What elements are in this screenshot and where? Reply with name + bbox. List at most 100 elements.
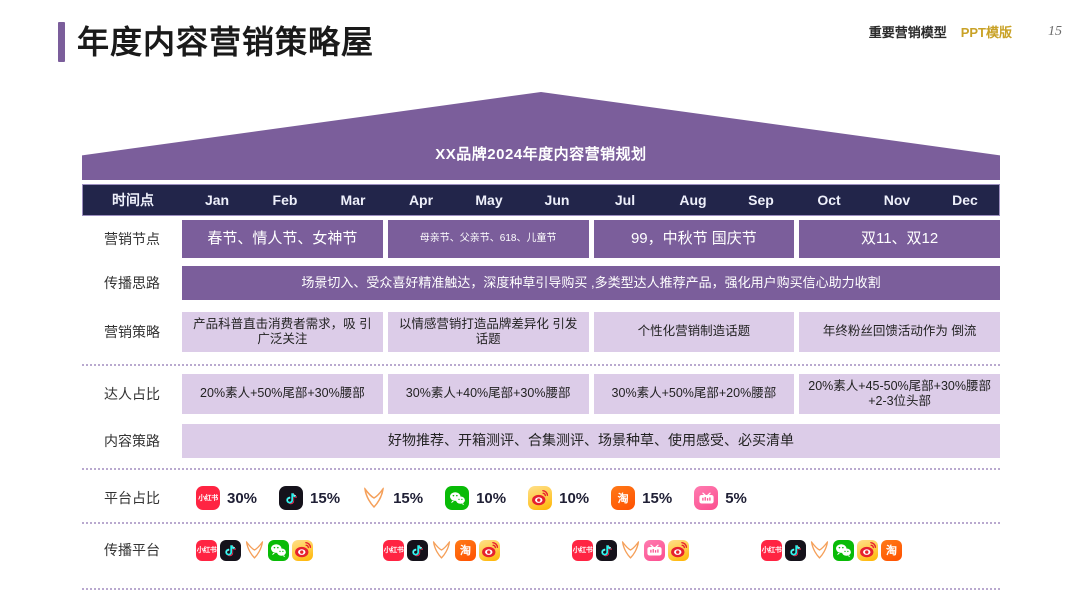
- zhihu-icon: [620, 539, 641, 561]
- divider-line-4: [82, 588, 1000, 590]
- brand-label: 重要营销模型: [868, 25, 947, 40]
- douyin-icon: [220, 539, 241, 561]
- taobao-icon: 淘: [455, 539, 476, 561]
- page-title-block: 年度内容营销策略屋: [58, 22, 374, 62]
- cell-marketing-nodes-q3: 99，中秋节 国庆节: [593, 220, 795, 258]
- bilibili-icon: [694, 486, 719, 510]
- platform-logo-group-q2: 小红书 淘: [383, 539, 500, 561]
- row-label-content-strategy: 内容策路: [104, 433, 160, 449]
- xiaohongshu-icon-text: 小红书: [761, 547, 782, 554]
- cell-marketing-nodes-q1: 春节、情人节、女神节: [182, 220, 383, 258]
- divider-line-2: [82, 468, 1000, 470]
- platform-logo-group-q3: 小红书: [572, 539, 689, 561]
- xiaohongshu-icon: 小红书: [196, 539, 217, 561]
- xiaohongshu-icon: 小红书: [761, 539, 782, 561]
- share-item-taobao: 淘 15%: [611, 486, 672, 510]
- taobao-icon-text: 淘: [886, 545, 897, 557]
- zhihu-icon: [244, 539, 265, 561]
- zhihu-icon: [809, 539, 830, 561]
- share-percent-bilibili: 5%: [725, 489, 747, 507]
- xiaohongshu-icon: 小红书: [196, 486, 220, 510]
- douyin-icon: [785, 539, 806, 561]
- cell-content-strategy-full: 好物推荐、开箱测评、合集测评、场景种草、使用感受、必买清单: [182, 424, 1000, 458]
- share-percent-weibo: 10%: [559, 489, 590, 507]
- xiaohongshu-icon-text: 小红书: [196, 547, 217, 554]
- cell-influencer-ratio-q4: 20%素人+45-50%尾部+30%腰部+2-3位头部: [799, 374, 1000, 414]
- wechat-icon: [833, 539, 854, 561]
- roof-title: XX品牌2024年度内容营销规划: [435, 146, 647, 163]
- share-item-weibo: 10%: [528, 486, 589, 510]
- roof-shape: [82, 92, 1000, 180]
- share-item-bilibili: 5%: [694, 486, 747, 510]
- share-item-douyin: 15%: [279, 486, 340, 510]
- wechat-icon: [445, 486, 470, 510]
- month-jun: Jun: [544, 192, 570, 208]
- month-jan: Jan: [204, 192, 230, 208]
- share-percent-taobao: 15%: [642, 489, 673, 507]
- share-percent-douyin: 15%: [310, 489, 341, 507]
- month-aug: Aug: [679, 192, 707, 208]
- ppt-template-label: PPT模版: [960, 25, 1012, 40]
- wechat-icon: [268, 539, 289, 561]
- row-label-influencer-ratio: 达人占比: [104, 386, 160, 402]
- row-cells-marketing-strategy: 产品科普直击消费者需求，吸 引广泛关注 以情感营销打造品牌差异化 引发话题 个性…: [182, 312, 1000, 352]
- divider-line-3: [82, 522, 1000, 524]
- douyin-icon: [407, 539, 428, 561]
- share-percent-zhihu: 15%: [393, 489, 424, 507]
- douyin-icon: [596, 539, 617, 561]
- row-communication-approach: 传播思路 场景切入、受众喜好精准触达，深度种草引导购买 ,多类型达人推荐产品，强…: [82, 266, 1000, 300]
- weibo-icon: [292, 539, 313, 561]
- cell-marketing-strategy-q3: 个性化营销制造话题: [593, 312, 795, 352]
- row-cells-content-strategy: 好物推荐、开箱测评、合集测评、场景种草、使用感受、必买清单: [182, 424, 1000, 458]
- cell-communication-approach-full: 场景切入、受众喜好精准触达，深度种草引导购买 ,多类型达人推荐产品，强化用户购买…: [182, 266, 1000, 300]
- weibo-icon: [528, 486, 553, 510]
- platform-share-items: 小红书 30% 15% 15% 10% 10% 淘 15% 5%: [182, 486, 1000, 510]
- zhihu-icon: [431, 539, 452, 561]
- month-sep: Sep: [748, 192, 774, 208]
- month-feb: Feb: [272, 192, 298, 208]
- header-meta: 重要营销模型 PPT模版 15: [869, 22, 1062, 41]
- cell-marketing-strategy-q2: 以情感营销打造品牌差异化 引发话题: [387, 312, 589, 352]
- share-item-xiaohongshu: 小红书 30%: [196, 486, 257, 510]
- xiaohongshu-icon-text: 小红书: [383, 547, 404, 554]
- cell-marketing-strategy-q1: 产品科普直击消费者需求，吸 引广泛关注: [182, 312, 383, 352]
- cell-influencer-ratio-q1: 20%素人+50%尾部+30%腰部: [182, 374, 383, 414]
- row-label-marketing-nodes: 营销节点: [104, 231, 160, 247]
- xiaohongshu-icon-text: 小红书: [572, 547, 593, 554]
- title-accent-bar: [58, 22, 65, 62]
- taobao-icon: 淘: [881, 539, 902, 561]
- row-platform-share: 平台占比 小红书 30% 15% 15% 10% 10% 淘 15% 5%: [82, 478, 1000, 518]
- platform-logo-groups: 小红书 小红书 淘 小红书 小红书 淘: [182, 539, 1000, 561]
- month-oct: Oct: [817, 192, 841, 208]
- month-dec: Dec: [952, 192, 978, 208]
- month-apr: Apr: [408, 192, 434, 208]
- weibo-icon: [668, 539, 689, 561]
- month-mar: Mar: [340, 192, 366, 208]
- platform-logo-group-q1: 小红书: [196, 539, 313, 561]
- row-content-strategy: 内容策路 好物推荐、开箱测评、合集测评、场景种草、使用感受、必买清单: [82, 424, 1000, 458]
- row-label-marketing-strategy: 营销策略: [104, 324, 160, 340]
- weibo-icon: [479, 539, 500, 561]
- row-influencer-ratio: 达人占比 20%素人+50%尾部+30%腰部 30%素人+40%尾部+30%腰部…: [82, 374, 1000, 414]
- row-cells-influencer-ratio: 20%素人+50%尾部+30%腰部 30%素人+40%尾部+30%腰部 30%素…: [182, 374, 1000, 414]
- page-number: 15: [1048, 23, 1062, 39]
- month-header-label: 时间点: [112, 192, 154, 208]
- cell-marketing-strategy-q4: 年终粉丝回馈活动作为 倒流: [799, 312, 1000, 352]
- month-may: May: [475, 192, 503, 208]
- month-nov: Nov: [883, 192, 911, 208]
- taobao-icon-text: 淘: [460, 545, 471, 557]
- cell-influencer-ratio-q2: 30%素人+40%尾部+30%腰部: [387, 374, 589, 414]
- cell-marketing-nodes-q4: 双11、双12: [799, 220, 1000, 258]
- taobao-icon: 淘: [611, 486, 636, 510]
- row-label-platform-logos: 传播平台: [104, 542, 160, 558]
- xiaohongshu-icon: 小红书: [572, 539, 593, 561]
- share-percent-xiaohongshu: 30%: [227, 489, 258, 507]
- month-jul: Jul: [614, 192, 636, 208]
- cell-marketing-nodes-q2: 母亲节、父亲节、618、儿童节: [387, 220, 589, 258]
- row-label-communication-approach: 传播思路: [104, 275, 160, 291]
- share-item-zhihu: 15%: [362, 486, 423, 510]
- divider-line-1: [82, 364, 1000, 366]
- cell-influencer-ratio-q3: 30%素人+50%尾部+20%腰部: [593, 374, 795, 414]
- share-item-wechat: 10%: [445, 486, 506, 510]
- row-cells-marketing-nodes: 春节、情人节、女神节 母亲节、父亲节、618、儿童节 99，中秋节 国庆节 双1…: [182, 220, 1000, 258]
